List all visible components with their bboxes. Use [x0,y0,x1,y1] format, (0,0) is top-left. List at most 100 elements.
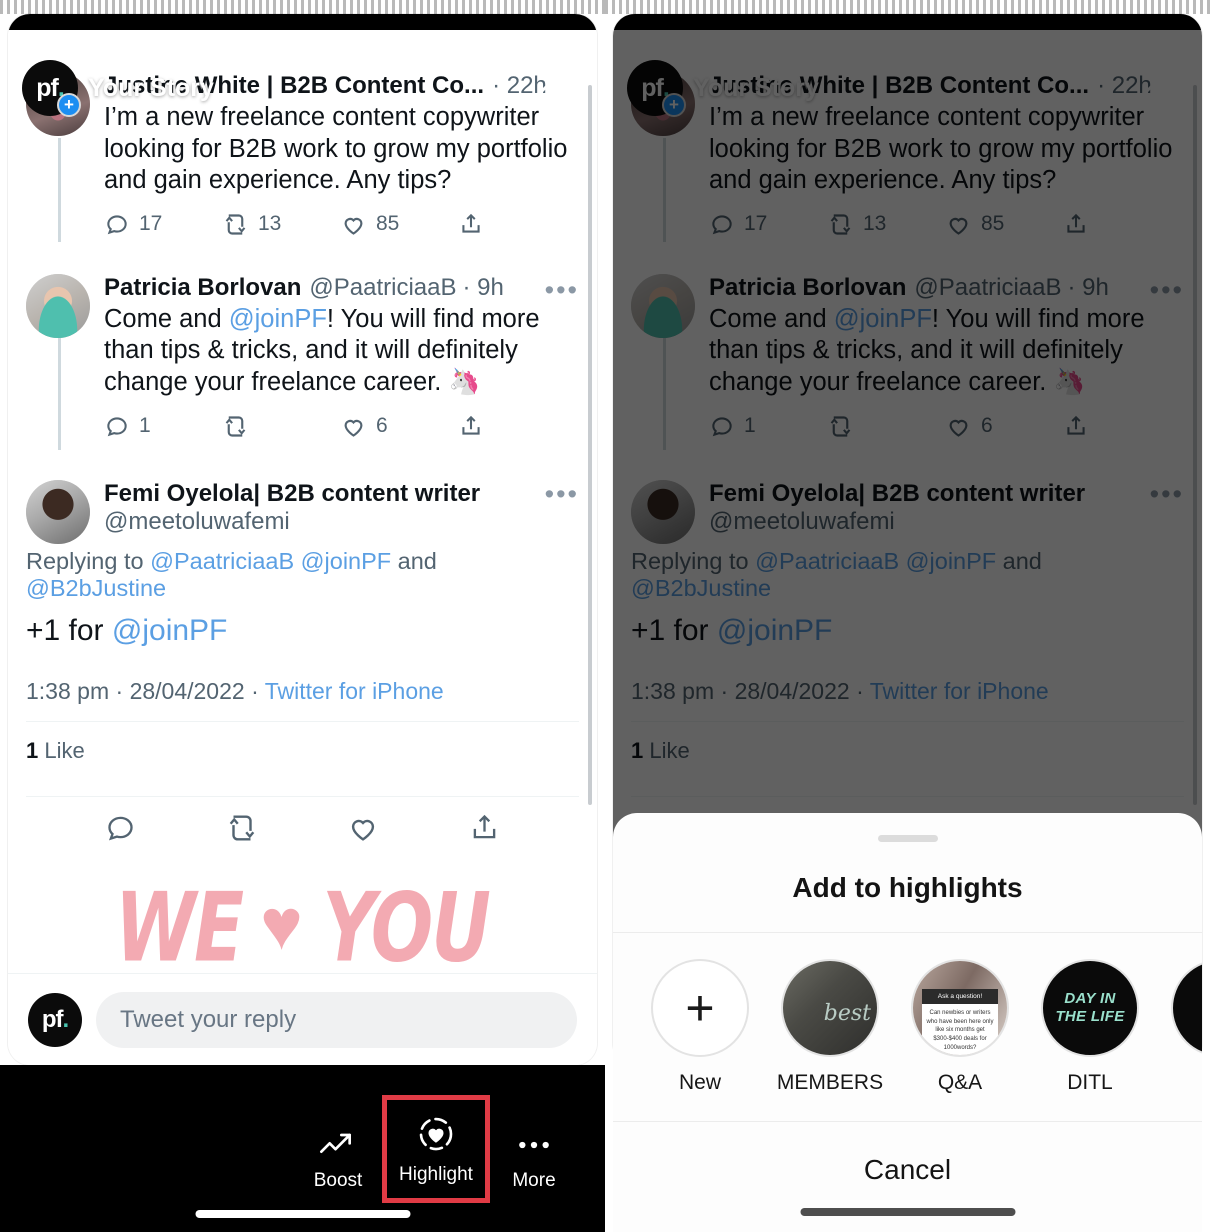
text-before: +1 for [631,613,717,647]
author-handle[interactable]: @meetoluwafemi [104,508,579,536]
like-summary[interactable]: 1 Like [631,722,1184,780]
mention-link[interactable]: @joinPF [834,305,932,333]
mention-link[interactable]: @joinPF [112,614,228,647]
close-icon[interactable] [531,54,579,102]
reply-action[interactable]: 1 [709,413,827,439]
share-action[interactable] [1063,211,1089,237]
highlights-list[interactable]: + New MEMBERS Ask a question! Can newbie… [613,933,1202,1095]
author-name[interactable]: Patricia Borlovan [709,274,906,302]
avatar[interactable] [26,479,90,544]
highlight-thumbnail[interactable]: Ask a question! Can newbies or writers w… [911,959,1009,1057]
mention-link-2[interactable]: @joinPF [906,548,996,574]
highlight-thumbnail[interactable]: DAY IN THE LIFE [1041,959,1139,1057]
add-story-icon[interactable]: + [57,93,81,117]
mention-link-2[interactable]: @joinPF [301,548,391,574]
tweet-patricia[interactable]: Patricia Borlovan @PaatriciaaB · 9h ••• … [8,238,597,450]
boost-button[interactable]: Boost [289,1118,387,1198]
reply-input[interactable]: Tweet your reply [96,991,577,1048]
author-name[interactable]: Femi Oyelola| B2B content writer [709,480,1184,508]
heart-icon [949,419,968,437]
like-count: 85 [981,212,1005,236]
story-account-label: Your Story [693,73,819,102]
story-bottom-toolbar: Boost Highlight More [0,1065,605,1232]
sheet-drag-handle[interactable] [877,835,938,842]
like-action[interactable]: 85 [340,211,458,238]
avatar: pf. [28,992,82,1047]
like-action[interactable]: 6 [945,413,1063,440]
highlight-item-members[interactable]: MEMBERS [765,959,895,1095]
more-options-icon[interactable]: ••• [545,480,579,507]
share-action[interactable] [468,811,501,850]
retweet-action[interactable] [827,413,945,440]
mention-link-3[interactable]: @B2bJustine [26,575,166,601]
tweet-source[interactable]: Twitter for iPhone [265,678,444,704]
avatar[interactable] [631,273,695,338]
avatar[interactable] [26,273,90,338]
story-avatar-wrap[interactable]: pf. + [627,60,686,117]
retweet-icon [225,214,246,235]
instagram-story-card: Justine White | B2B Content Co... · 22h … [8,14,597,1065]
like-action[interactable] [346,811,380,850]
reply-action[interactable] [104,811,137,850]
like-summary[interactable]: 1 Like [26,722,579,780]
new-highlight-circle[interactable]: + [651,959,749,1057]
main-tweet-femi[interactable]: Femi Oyelola| B2B content writer @meetol… [8,440,597,850]
tweet-author-line: Patricia Borlovan @PaatriciaaB · 9h [104,274,579,302]
highlight-item-qa[interactable]: Ask a question! Can newbies or writers w… [895,959,1025,1095]
reply-action[interactable]: 17 [709,211,827,237]
highlight-button[interactable]: Highlight [382,1095,490,1203]
add-story-icon[interactable]: + [662,93,686,117]
avatar[interactable] [631,479,695,544]
author-handle[interactable]: @PaatriciaaB [309,274,456,302]
author-handle[interactable]: @meetoluwafemi [709,508,1184,536]
tweet-timestamp: · 9h [1067,273,1109,301]
mention-link-1[interactable]: @PaatriciaaB [150,548,294,574]
highlight-item-new[interactable]: + New [635,959,765,1095]
mention-link-1[interactable]: @PaatriciaaB [755,548,899,574]
reply-action[interactable]: 17 [104,211,222,237]
more-options-icon[interactable]: ••• [1150,276,1184,303]
tweet-patricia[interactable]: Patricia Borlovan @PaatriciaaB · 9h ••• … [613,238,1202,450]
highlight-thumbnail[interactable]: BEH TH SCE [1171,959,1202,1057]
main-tweet-femi[interactable]: Femi Oyelola| B2B content writer @meetol… [613,440,1202,850]
author-name[interactable]: Femi Oyelola| B2B content writer [104,480,579,508]
share-action[interactable] [1063,413,1089,439]
more-options-icon[interactable]: ••• [545,276,579,303]
panel-top-border [0,0,605,14]
reply-action[interactable]: 1 [104,413,222,439]
question-sticker: Ask a question! Can newbies or writers w… [922,989,998,1055]
more-button[interactable]: More [485,1118,583,1198]
avatar-initials: pf [41,1005,64,1033]
retweet-action[interactable]: 13 [222,211,340,238]
close-icon[interactable] [1136,54,1184,102]
cover-line-1: DAY IN [1064,989,1116,1007]
retweet-action[interactable] [222,413,340,440]
mention-link[interactable]: @joinPF [717,614,833,647]
more-options-icon[interactable]: ••• [1150,480,1184,507]
retweet-action[interactable]: 13 [827,211,945,238]
story-top-strip [613,14,1202,30]
share-action[interactable] [458,211,484,237]
retweet-count: 13 [863,212,887,236]
highlight-item-ditl[interactable]: DAY IN THE LIFE DITL [1025,959,1155,1095]
reply-icon [107,417,127,437]
and-text: and [391,547,437,574]
author-name[interactable]: Patricia Borlovan [104,274,301,302]
mention-link-3[interactable]: @B2bJustine [631,575,771,601]
like-action[interactable]: 6 [340,413,458,440]
highlight-thumbnail[interactable] [781,959,879,1057]
main-tweet-actions [26,797,579,850]
story-avatar-wrap[interactable]: pf. + [22,60,81,117]
author-handle[interactable]: @PaatriciaaB [914,274,1061,302]
like-action[interactable]: 85 [945,211,1063,238]
cancel-button[interactable]: Cancel [613,1154,1202,1186]
highlight-heart-icon [419,1117,453,1151]
share-action[interactable] [458,413,484,439]
tweet-text: Come and @joinPF! You will find more tha… [709,304,1184,399]
highlight-item-bts[interactable]: BEH TH SCE BT [1155,959,1202,1095]
reply-composer[interactable]: pf. Tweet your reply [8,973,597,1065]
mention-link[interactable]: @joinPF [229,305,327,333]
tweet-source[interactable]: Twitter for iPhone [870,678,1049,704]
retweet-action[interactable] [225,811,259,850]
replying-prefix: Replying to [631,547,756,574]
